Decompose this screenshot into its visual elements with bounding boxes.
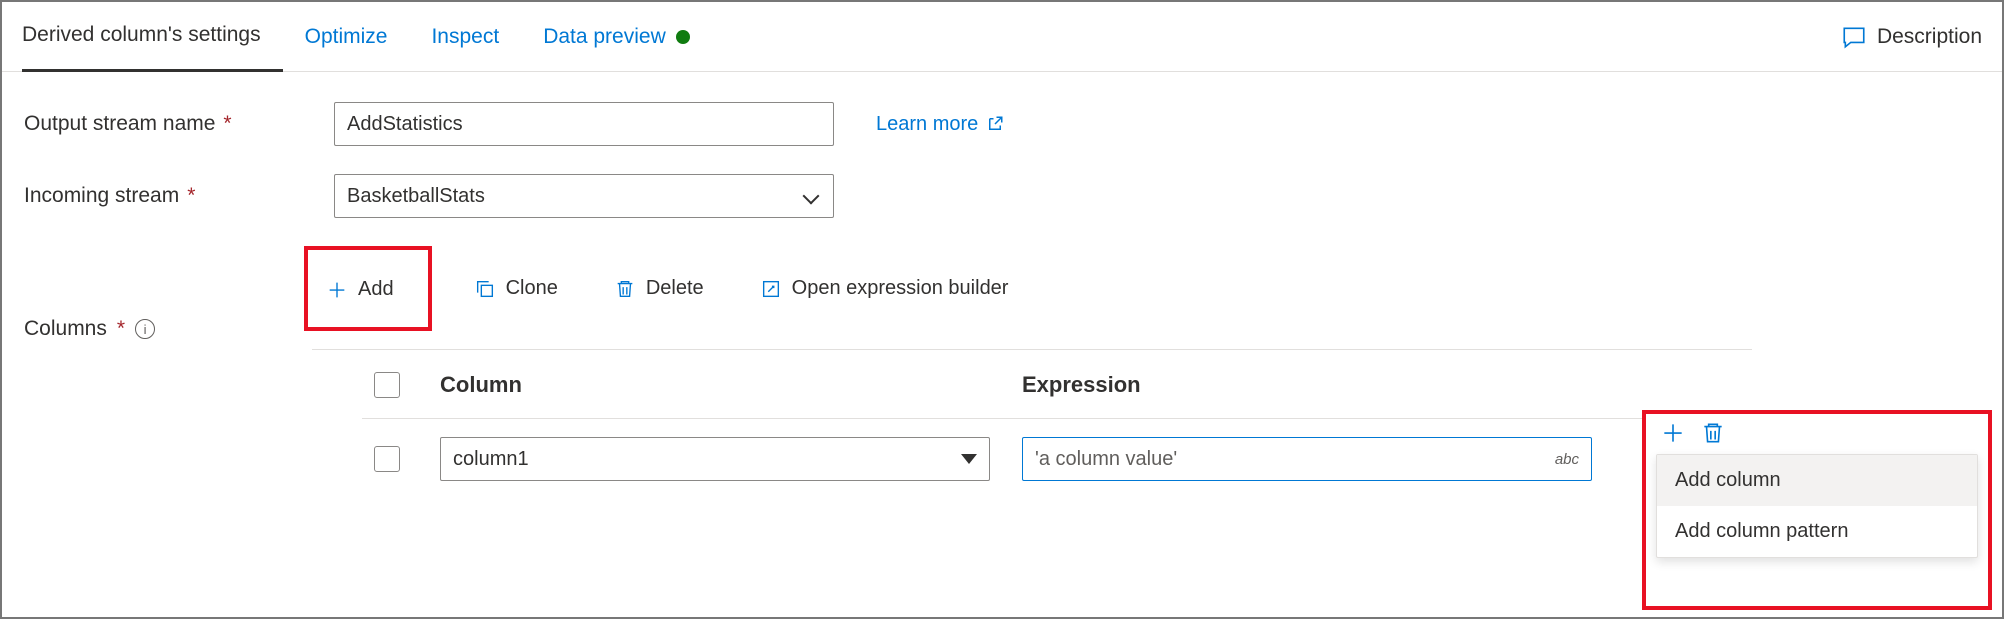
add-context-menu: Add column Add column pattern bbox=[1656, 454, 1978, 558]
trash-icon bbox=[614, 278, 636, 300]
clone-icon bbox=[474, 278, 496, 300]
columns-label: Columns * i bbox=[24, 317, 155, 341]
expression-input[interactable]: 'a column value' abc bbox=[1022, 437, 1592, 481]
row-output-stream: Output stream name * Learn more bbox=[24, 102, 1980, 146]
row-add-button[interactable] bbox=[1660, 420, 1686, 446]
incoming-stream-value: BasketballStats bbox=[347, 185, 485, 208]
column-name-input[interactable]: column1 bbox=[440, 437, 990, 481]
incoming-stream-label: Incoming stream * bbox=[24, 184, 334, 208]
info-icon[interactable]: i bbox=[135, 319, 155, 339]
columns-toolbar: Add Clone Delete Open expression builder bbox=[312, 246, 1752, 350]
status-dot-icon bbox=[676, 30, 690, 44]
type-hint-label: abc bbox=[1555, 451, 1579, 468]
external-icon bbox=[760, 278, 782, 300]
columns-label-text: Columns bbox=[24, 317, 107, 341]
output-stream-label: Output stream name * bbox=[24, 112, 334, 136]
column-header: Column bbox=[440, 372, 990, 398]
row-delete-button[interactable] bbox=[1700, 420, 1726, 446]
add-button-label: Add bbox=[358, 278, 394, 301]
learn-more-text: Learn more bbox=[876, 113, 978, 136]
add-button[interactable]: Add bbox=[304, 246, 432, 331]
menu-item-add-column[interactable]: Add column bbox=[1657, 455, 1977, 506]
open-expression-builder-label: Open expression builder bbox=[792, 277, 1009, 300]
learn-more-link[interactable]: Learn more bbox=[876, 113, 1004, 136]
plus-icon bbox=[1660, 420, 1686, 446]
open-expression-builder-button[interactable]: Open expression builder bbox=[746, 267, 1023, 310]
output-stream-input[interactable] bbox=[334, 102, 834, 146]
description-label: Description bbox=[1877, 25, 1982, 49]
table-row: column1 'a column value' abc bbox=[362, 419, 1642, 489]
delete-button-label: Delete bbox=[646, 277, 704, 300]
chevron-down-icon bbox=[803, 188, 820, 205]
clone-button-label: Clone bbox=[506, 277, 558, 300]
incoming-stream-label-text: Incoming stream bbox=[24, 184, 179, 208]
trash-icon bbox=[1700, 420, 1726, 446]
plus-icon bbox=[326, 279, 348, 301]
comment-icon bbox=[1841, 24, 1867, 50]
incoming-stream-select[interactable]: BasketballStats bbox=[334, 174, 834, 218]
delete-button[interactable]: Delete bbox=[600, 267, 718, 310]
grid-header: Column Expression bbox=[362, 362, 1642, 419]
required-marker: * bbox=[117, 317, 125, 341]
external-link-icon bbox=[986, 115, 1004, 133]
add-menu-highlight: Add column Add column pattern bbox=[1642, 410, 1992, 610]
tab-settings[interactable]: Derived column's settings bbox=[22, 2, 283, 72]
row-checkbox[interactable] bbox=[374, 446, 400, 472]
required-marker: * bbox=[223, 112, 231, 136]
required-marker: * bbox=[187, 184, 195, 208]
tab-inspect[interactable]: Inspect bbox=[409, 2, 521, 72]
tab-data-preview-label: Data preview bbox=[543, 25, 666, 49]
row-incoming-stream: Incoming stream * BasketballStats bbox=[24, 174, 1980, 218]
description-button[interactable]: Description bbox=[1841, 24, 1982, 50]
menu-item-add-column-pattern[interactable]: Add column pattern bbox=[1657, 506, 1977, 557]
expression-header: Expression bbox=[1022, 372, 1141, 398]
select-all-checkbox[interactable] bbox=[374, 372, 400, 398]
tabs-bar: Derived column's settings Optimize Inspe… bbox=[2, 2, 2002, 72]
expression-placeholder: 'a column value' bbox=[1035, 448, 1177, 471]
clone-button[interactable]: Clone bbox=[460, 267, 572, 310]
dropdown-triangle-icon bbox=[961, 454, 977, 464]
columns-grid: Column Expression column1 'a column valu… bbox=[362, 362, 1642, 489]
tab-optimize[interactable]: Optimize bbox=[283, 2, 410, 72]
tab-data-preview[interactable]: Data preview bbox=[521, 2, 712, 72]
column-name-value: column1 bbox=[453, 448, 529, 471]
output-stream-label-text: Output stream name bbox=[24, 112, 215, 136]
